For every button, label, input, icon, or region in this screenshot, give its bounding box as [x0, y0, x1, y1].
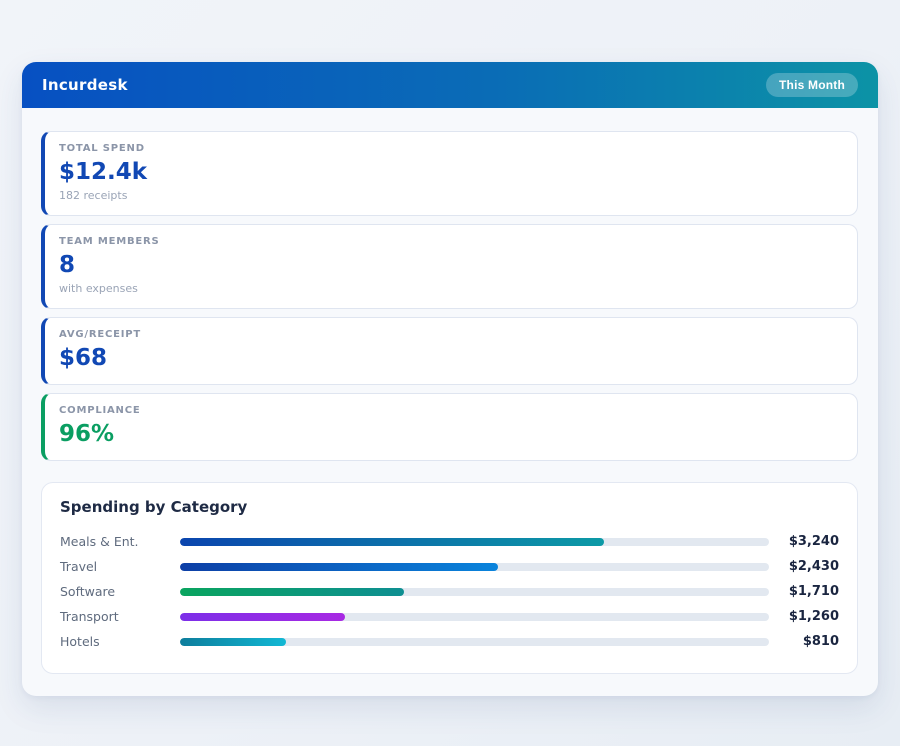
chart-title: Spending by Category	[60, 498, 839, 516]
category-value: $3,240	[769, 534, 839, 549]
stat-subtext: with expenses	[59, 281, 841, 297]
chart-row-travel: Travel $2,430	[60, 554, 839, 579]
panel-body: TOTAL SPEND $12.4k 182 receipts TEAM MEM…	[22, 108, 878, 696]
category-label: Hotels	[60, 634, 180, 649]
stat-value: 96%	[59, 419, 841, 449]
panel-header: Incurdesk This Month	[22, 62, 878, 108]
bar-track	[180, 538, 769, 546]
chart-row-software: Software $1,710	[60, 579, 839, 604]
stat-label: AVG/RECEIPT	[59, 329, 841, 340]
chart-row-transport: Transport $1,260	[60, 604, 839, 629]
category-value: $810	[769, 634, 839, 649]
category-value: $1,710	[769, 584, 839, 599]
stat-card-compliance: COMPLIANCE 96%	[41, 393, 858, 461]
bar-track	[180, 638, 769, 646]
chart-row-hotels: Hotels $810	[60, 629, 839, 654]
chart-row-meals: Meals & Ent. $3,240	[60, 529, 839, 554]
category-label: Software	[60, 584, 180, 599]
bar-track	[180, 613, 769, 621]
category-label: Transport	[60, 609, 180, 624]
stat-label: TOTAL SPEND	[59, 143, 841, 154]
bar-track	[180, 563, 769, 571]
category-value: $2,430	[769, 559, 839, 574]
bar-track	[180, 588, 769, 596]
stat-card-total-spend: TOTAL SPEND $12.4k 182 receipts	[41, 131, 858, 216]
bar-fill-transport	[180, 613, 345, 621]
category-value: $1,260	[769, 609, 839, 624]
bar-fill-software	[180, 588, 404, 596]
period-selector-badge[interactable]: This Month	[766, 73, 858, 97]
stat-card-team-members: TEAM MEMBERS 8 with expenses	[41, 224, 858, 309]
app-title: Incurdesk	[42, 76, 128, 94]
stat-label: TEAM MEMBERS	[59, 236, 841, 247]
spending-by-category-card: Spending by Category Meals & Ent. $3,240…	[41, 482, 858, 674]
stat-value: $68	[59, 343, 841, 373]
stat-value: $12.4k	[59, 157, 841, 187]
bar-fill-meals	[180, 538, 604, 546]
incurdesk-panel: Incurdesk This Month TOTAL SPEND $12.4k …	[22, 62, 878, 696]
bar-fill-travel	[180, 563, 498, 571]
stat-subtext: 182 receipts	[59, 188, 841, 204]
bar-fill-hotels	[180, 638, 286, 646]
stat-label: COMPLIANCE	[59, 405, 841, 416]
stat-card-avg-receipt: AVG/RECEIPT $68	[41, 317, 858, 385]
stat-value: 8	[59, 250, 841, 280]
category-label: Travel	[60, 559, 180, 574]
category-label: Meals & Ent.	[60, 534, 180, 549]
